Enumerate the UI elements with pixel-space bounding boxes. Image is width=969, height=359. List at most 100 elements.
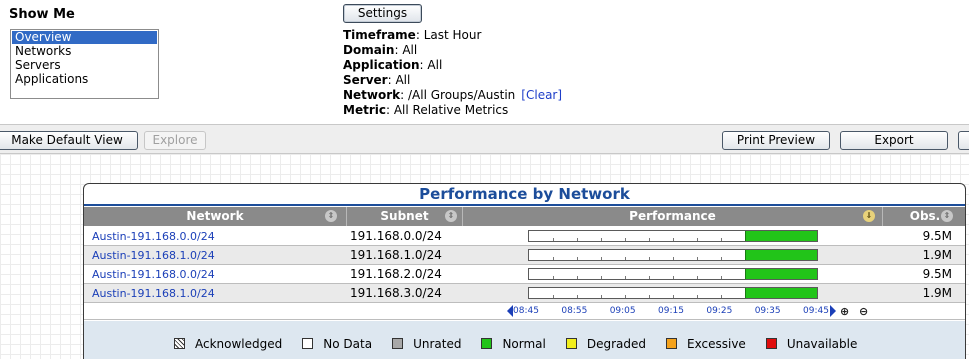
time-label: 09:35 (754, 306, 781, 316)
time-forward-icon[interactable] (830, 305, 836, 317)
performance-tick (673, 295, 674, 298)
zoom-out-icon[interactable]: ⊖ (859, 305, 868, 318)
legend-label: Acknowledged (195, 336, 283, 351)
column-header-subnet[interactable]: Subnet ⇕ (347, 207, 463, 226)
performance-tick (553, 276, 554, 279)
legend-swatch (392, 337, 404, 349)
table-row[interactable]: Austin-191.168.0.0/24 191.168.0.0/24 9.5M (84, 227, 965, 246)
filter-value: All (395, 73, 411, 87)
performance-tick (697, 238, 698, 241)
legend-item: Normal (481, 337, 546, 351)
legend-item: Degraded (565, 337, 646, 351)
network-link[interactable]: Austin-191.168.1.0/24 (92, 246, 215, 265)
network-link[interactable]: Austin-191.168.0.0/24 (92, 227, 215, 246)
time-label: 09:05 (609, 306, 636, 316)
performance-tick (553, 295, 554, 298)
performance-tick (673, 257, 674, 260)
filter-value: Last Hour (423, 28, 482, 42)
performance-bar[interactable] (528, 287, 818, 299)
column-header-performance[interactable]: Performance ⇓ (463, 207, 883, 226)
filter-value: All Relative Metrics (393, 103, 509, 117)
make-default-view-button[interactable]: Make Default View (0, 131, 138, 150)
sort-icon[interactable]: ⇕ (941, 210, 953, 222)
legend-swatch (765, 337, 777, 349)
network-link[interactable]: Austin-191.168.1.0/24 (92, 284, 215, 303)
filter-value: /All Groups/Austin (408, 88, 516, 102)
performance-tick (721, 238, 722, 241)
legend-item: No Data (302, 337, 372, 351)
clear-network-link[interactable]: [Clear] (521, 88, 562, 102)
column-header-obs[interactable]: Obs. ⇕ (883, 207, 965, 226)
performance-tick (697, 295, 698, 298)
sort-icon[interactable]: ⇕ (325, 210, 337, 222)
legend-swatch (666, 337, 678, 349)
performance-tick (577, 238, 578, 241)
column-label: Network (186, 209, 244, 223)
explore-button[interactable]: Explore (144, 131, 206, 150)
filter-key: Server (343, 73, 388, 87)
filter-key: Metric (343, 103, 386, 117)
performance-tick (673, 238, 674, 241)
legend-label: Excessive (687, 336, 746, 351)
performance-tick (721, 295, 722, 298)
performance-tick (649, 257, 650, 260)
performance-tick (553, 257, 554, 260)
filter-key: Application (343, 58, 420, 72)
listbox-option-applications[interactable]: Applications (12, 73, 157, 86)
settings-button[interactable]: Settings (343, 4, 422, 23)
legend-swatch (302, 337, 314, 349)
performance-bar[interactable] (528, 249, 818, 261)
time-label: 08:55 (561, 306, 588, 316)
time-label: 09:25 (706, 306, 733, 316)
legend-item: Excessive (666, 337, 746, 351)
table-row[interactable]: Austin-191.168.1.0/24 191.168.1.0/24 1.9M (84, 246, 965, 265)
legend-swatch (174, 337, 185, 349)
performance-tick (697, 257, 698, 260)
filter-key: Network (343, 88, 401, 102)
performance-tick (577, 276, 578, 279)
zoom-in-icon[interactable]: ⊕ (840, 305, 849, 318)
column-header-network[interactable]: Network ⇕ (84, 207, 347, 226)
table-header: Network ⇕ Subnet ⇕ Performance ⇓ Obs. ⇕ (84, 207, 965, 226)
filter-network: Network: /All Groups/Austin [Clear] (343, 88, 563, 102)
listbox-option-servers[interactable]: Servers (12, 59, 157, 72)
filter-application: Application: All (343, 58, 443, 72)
observations-value: 9.5M (922, 267, 952, 281)
performance-tick (553, 238, 554, 241)
performance-tick (601, 257, 602, 260)
filter-server: Server: All (343, 73, 411, 87)
listbox-option-networks[interactable]: Networks (12, 45, 157, 58)
sort-icon[interactable]: ⇕ (445, 210, 457, 222)
view-listbox[interactable]: Overview Networks Servers Applications (10, 29, 159, 99)
performance-bar[interactable] (528, 230, 818, 242)
column-label: Subnet (380, 209, 429, 223)
print-preview-button[interactable]: Print Preview (722, 131, 830, 150)
legend-area: Acknowledged No Data Unrated Normal Degraded… (84, 321, 965, 359)
network-link[interactable]: Austin-191.168.0.0/24 (92, 265, 215, 284)
sort-active-icon[interactable]: ⇓ (863, 210, 875, 222)
top-area: Show Me Overview Networks Servers Applic… (0, 0, 969, 124)
performance-tick (721, 257, 722, 260)
table-row[interactable]: Austin-191.168.1.0/24 191.168.3.0/24 1.9M (84, 284, 965, 303)
time-label: 09:45 (803, 306, 829, 316)
performance-tick (577, 295, 578, 298)
performance-normal-fill (745, 269, 817, 279)
export-button[interactable]: Export (840, 131, 948, 150)
performance-bar[interactable] (528, 268, 818, 280)
listbox-option-overview[interactable]: Overview (12, 31, 157, 44)
time-label: 08:45 (513, 306, 539, 316)
toolbar: Make Default View Explore Print Preview … (0, 124, 969, 154)
observations-value: 9.5M (922, 229, 952, 243)
filter-key: Timeframe (343, 28, 416, 42)
performance-tick (721, 276, 722, 279)
performance-tick (649, 276, 650, 279)
performance-tick (601, 238, 602, 241)
column-label: Performance (629, 209, 716, 223)
time-label: 09:15 (658, 306, 684, 316)
performance-normal-fill (745, 250, 817, 260)
performance-normal-fill (745, 288, 817, 298)
performance-tick (625, 257, 626, 260)
table-row[interactable]: Austin-191.168.0.0/24 191.168.2.0/24 9.5M (84, 265, 965, 284)
overflow-button[interactable] (958, 131, 969, 150)
filter-value: All (402, 43, 418, 57)
